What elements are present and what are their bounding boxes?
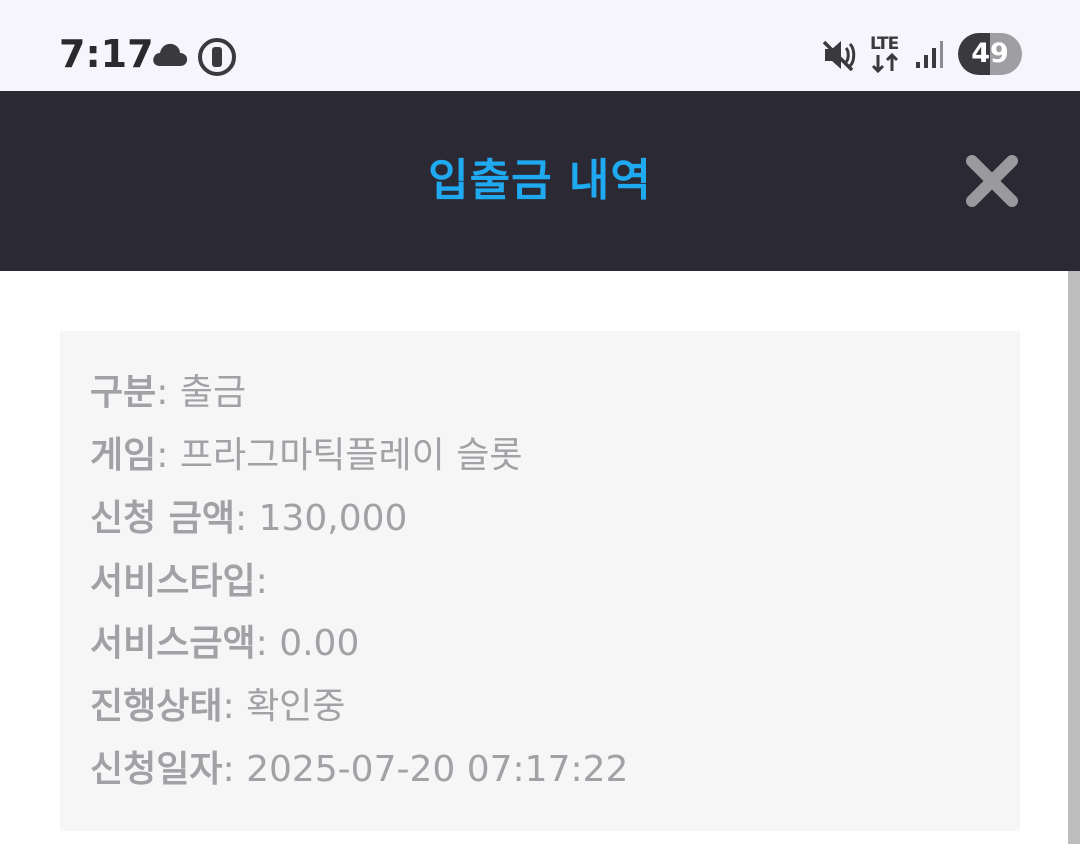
detail-value: 130,000 — [258, 498, 408, 539]
detail-row-date: 신청일자: 2025-07-20 07:17:22 — [90, 749, 629, 790]
status-time: 7:17 — [59, 32, 154, 76]
detail-row-service-type: 서비스타입: — [90, 561, 268, 602]
detail-row-status: 진행상태: 확인중 — [90, 686, 346, 727]
detail-label: 서비스금액 — [90, 623, 256, 664]
alarm-icon — [198, 38, 236, 76]
battery-indicator: 49 — [958, 33, 1022, 75]
cloud-icon — [153, 43, 188, 66]
modal-header: 입출금 내역 — [0, 91, 1080, 271]
detail-label: 신청 금액 — [90, 498, 236, 539]
detail-row-service-amount: 서비스금액: 0.00 — [90, 623, 360, 664]
page-title: 입출금 내역 — [428, 155, 652, 206]
detail-value: 확인중 — [246, 686, 346, 727]
detail-value: 2025-07-20 07:17:22 — [246, 749, 629, 790]
mute-icon — [822, 40, 856, 72]
close-icon — [966, 155, 1018, 207]
lte-label: LTE — [870, 34, 899, 54]
transaction-detail-card: 구분: 출금 게임: 프라그마틱플레이 슬롯 신청 금액: 130,000 서비… — [60, 331, 1020, 831]
detail-row-type: 구분: 출금 — [90, 372, 247, 413]
status-bar: 7:17 LTE 49 — [0, 0, 1080, 91]
close-button[interactable] — [962, 151, 1022, 211]
detail-row-amount: 신청 금액: 130,000 — [90, 498, 408, 539]
scrollbar[interactable] — [1068, 271, 1080, 844]
detail-value: 0.00 — [279, 623, 360, 664]
detail-label: 진행상태 — [90, 686, 223, 727]
detail-label: 구분 — [90, 372, 157, 413]
detail-label: 서비스타입 — [90, 561, 256, 602]
detail-label: 게임 — [90, 435, 157, 476]
detail-label: 신청일자 — [90, 749, 223, 790]
lte-icon: LTE — [870, 35, 906, 75]
signal-icon — [916, 41, 943, 68]
detail-value: 프라그마틱플레이 슬롯 — [179, 435, 523, 476]
detail-row-game: 게임: 프라그마틱플레이 슬롯 — [90, 435, 523, 476]
detail-value: 출금 — [179, 372, 247, 413]
